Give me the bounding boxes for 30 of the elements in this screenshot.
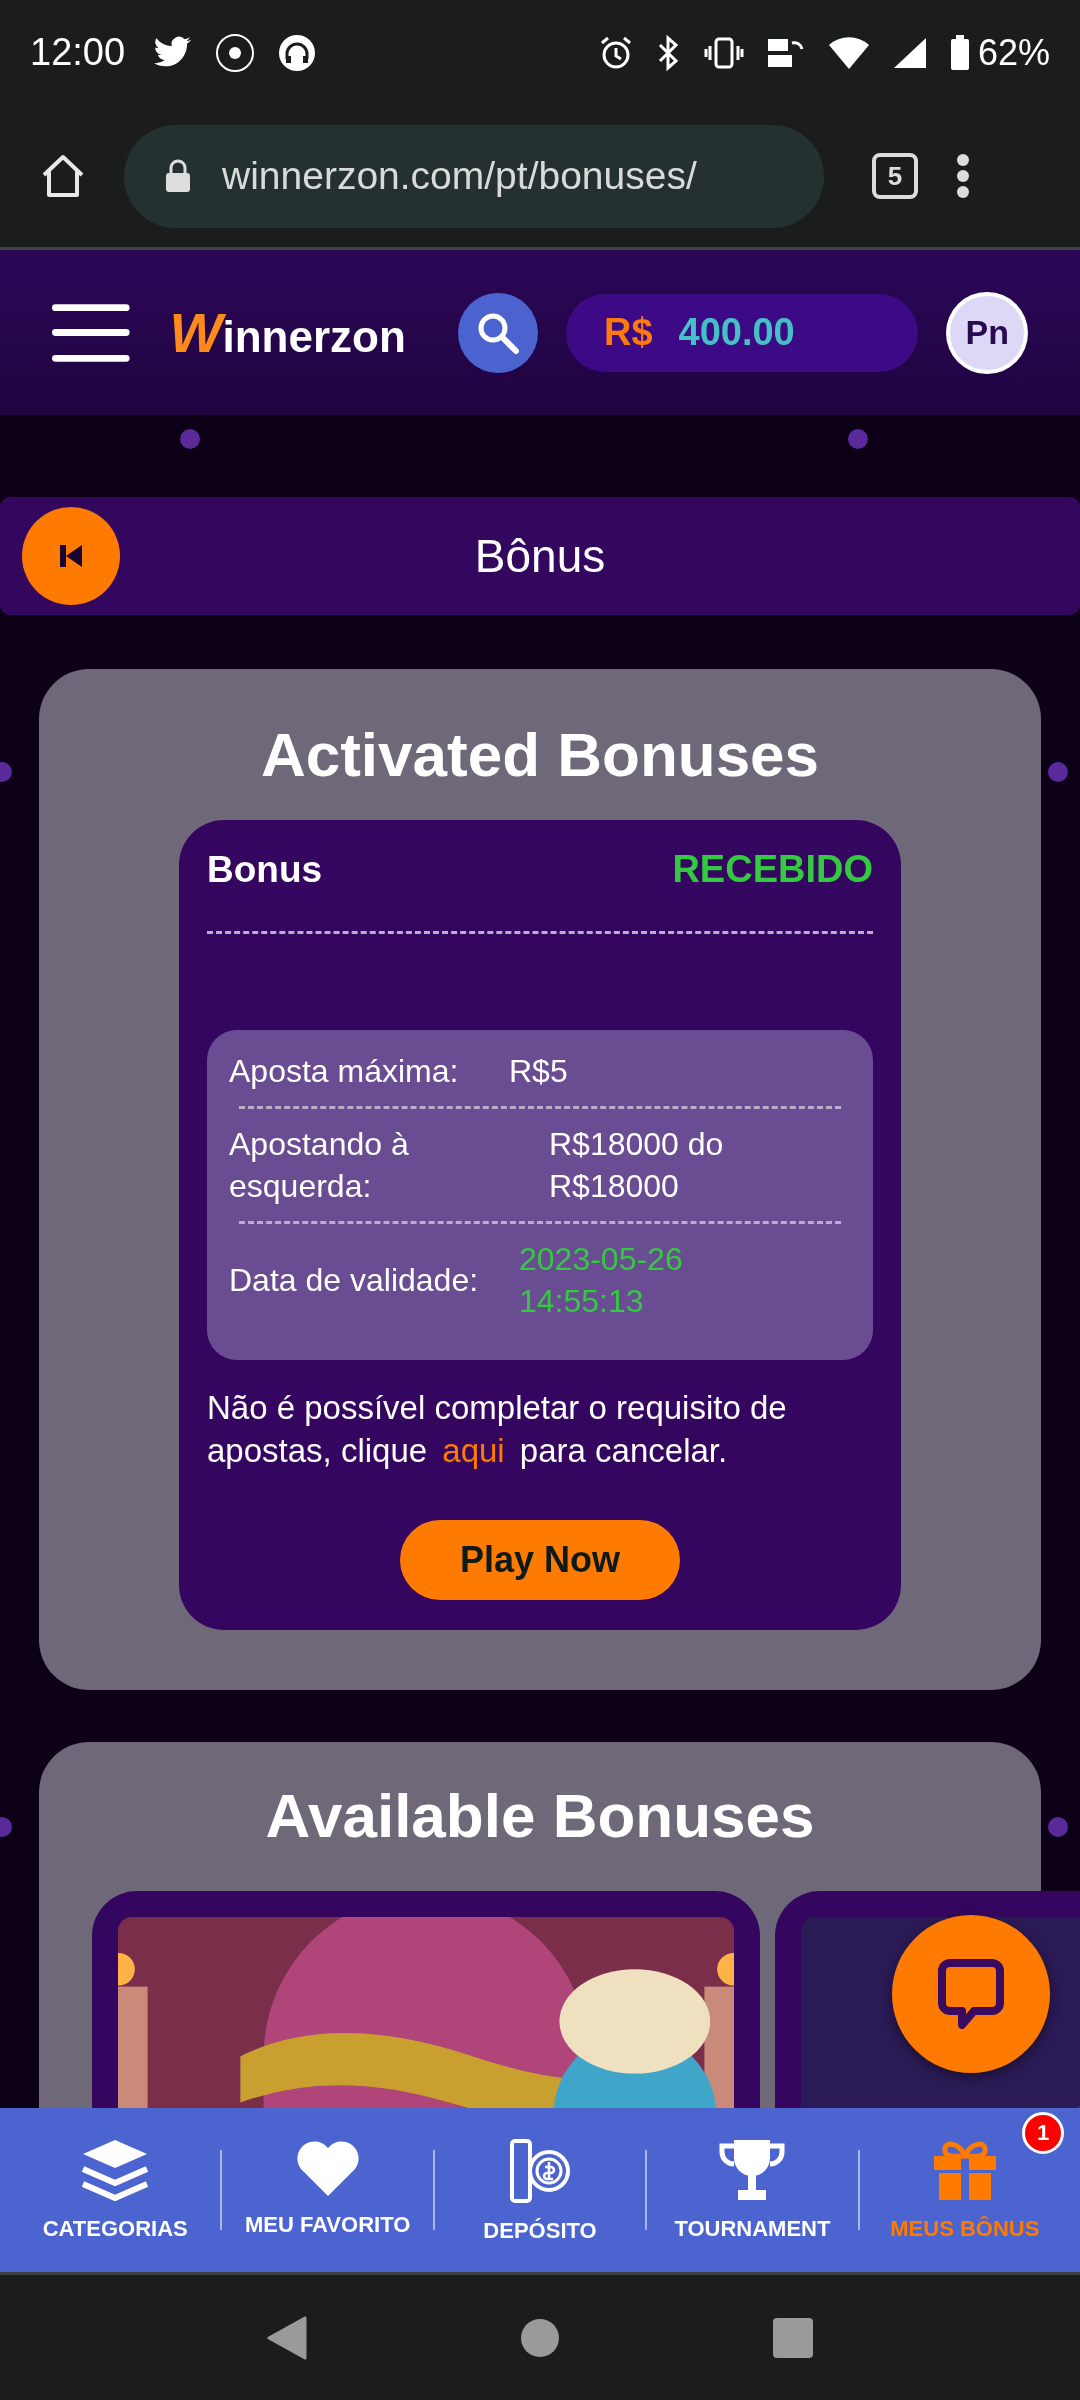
nav-tab[interactable]: DEPÓSITO (434, 2108, 646, 2272)
balance-pill[interactable]: R$ 400.00 (565, 293, 919, 372)
nav-tab[interactable]: CATEGORIAS (10, 2108, 221, 2272)
bonus-name: Bonus (207, 848, 323, 891)
nav-tab[interactable]: MEUS BÔNUS 1 (859, 2108, 1071, 2272)
detail-value: 2023-05-26 14:55:13 (519, 1240, 684, 1321)
notification-badge: 1 (1022, 2112, 1065, 2154)
address-bar[interactable]: winnerzon.com/pt/bonuses/ (124, 124, 824, 228)
play-now-button[interactable]: Play Now (400, 1520, 680, 1600)
detail-label: Apostando à esquerda: (229, 1125, 410, 1206)
page-title: Bônus (474, 529, 606, 583)
tab-count-button[interactable]: 5 (872, 153, 918, 199)
currency-symbol: R$ (603, 311, 653, 354)
nav-tab[interactable]: MEU FAVORITO (222, 2108, 433, 2272)
section-title: Available Bonuses (265, 1780, 815, 1851)
bonus-status: RECEBIDO (672, 848, 873, 891)
detail-value: R$18000 do R$18000 (548, 1125, 725, 1206)
logo[interactable]: Winnerzon (169, 300, 419, 365)
detail-label: Aposta máxima: (229, 1052, 460, 1091)
url-text: winnerzon.com/pt/bonuses/ (222, 154, 697, 198)
balance-amount: 400.00 (678, 311, 795, 354)
cancel-note: Não é possível completar o requisito de apostas, clique aqui para cancelar. (207, 1388, 788, 1471)
detail-value: R$5 (509, 1052, 569, 1091)
cancel-link[interactable]: aqui (442, 1432, 505, 1469)
avatar[interactable]: Pn (946, 291, 1028, 374)
detail-label: Data de validade: (229, 1261, 480, 1300)
battery-percent: 62% (977, 31, 1050, 74)
status-time: 12:00 (30, 31, 126, 74)
nav-tab[interactable]: TOURNAMENT (647, 2108, 858, 2272)
section-title: Activated Bonuses (260, 719, 820, 790)
